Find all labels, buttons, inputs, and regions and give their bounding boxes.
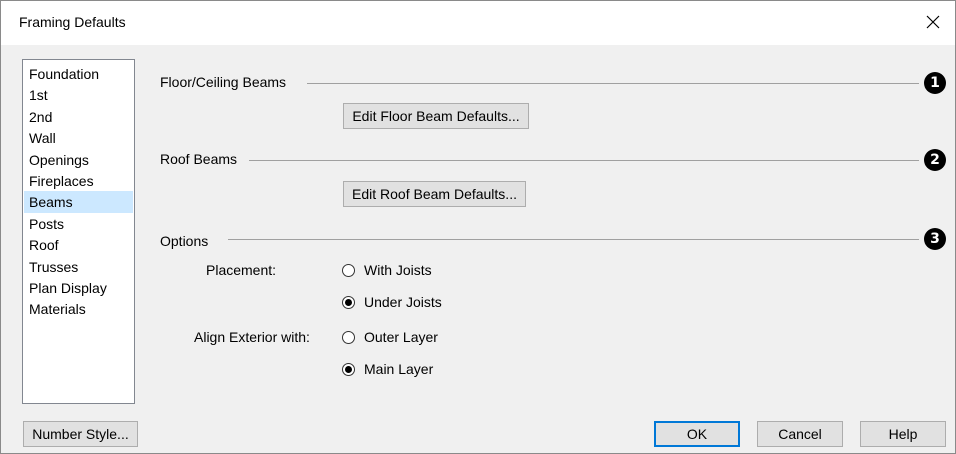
outer-layer-radio[interactable]: Outer Layer	[342, 329, 482, 349]
radio-indicator[interactable]	[342, 331, 355, 344]
callout-3: 3	[924, 228, 946, 250]
callout-2: 2	[924, 149, 946, 171]
section-divider	[249, 160, 919, 161]
category-item-fireplaces[interactable]: Fireplaces	[24, 170, 133, 192]
radio-label: Under Joists	[364, 294, 442, 310]
category-item-materials[interactable]: Materials	[24, 298, 133, 320]
category-item-beams[interactable]: Beams	[24, 191, 133, 214]
help-button[interactable]: Help	[860, 421, 946, 447]
roof-beams-heading: Roof Beams	[160, 151, 238, 167]
placement-label: Placement:	[206, 262, 277, 278]
edit-roof-beam-defaults-button[interactable]: Edit Roof Beam Defaults...	[343, 181, 526, 207]
options-heading: Options	[160, 233, 209, 249]
cancel-button[interactable]: Cancel	[757, 421, 843, 447]
category-item-openings[interactable]: Openings	[24, 149, 133, 171]
section-divider	[228, 239, 919, 240]
framing-defaults-dialog: Framing Defaults Foundation 1st 2nd Wall Ope…	[0, 0, 956, 454]
radio-label: With Joists	[364, 262, 432, 278]
category-item-1st[interactable]: 1st	[24, 84, 133, 106]
category-item-roof[interactable]: Roof	[24, 234, 133, 256]
ok-button[interactable]: OK	[654, 421, 740, 447]
category-item-wall[interactable]: Wall	[24, 127, 133, 149]
number-style-button[interactable]: Number Style...	[23, 421, 138, 447]
window-title: Framing Defaults	[19, 14, 126, 30]
category-item-trusses[interactable]: Trusses	[24, 256, 133, 278]
radio-indicator[interactable]	[342, 363, 355, 376]
close-icon[interactable]	[921, 10, 945, 34]
under-joists-radio[interactable]: Under Joists	[342, 294, 482, 314]
category-item-foundation[interactable]: Foundation	[24, 63, 133, 85]
category-item-posts[interactable]: Posts	[24, 213, 133, 235]
radio-label: Main Layer	[364, 361, 434, 377]
radio-indicator[interactable]	[342, 296, 355, 309]
edit-floor-beam-defaults-button[interactable]: Edit Floor Beam Defaults...	[343, 103, 529, 129]
category-item-plan-display[interactable]: Plan Display	[24, 277, 133, 299]
callout-1: 1	[924, 72, 946, 94]
with-joists-radio[interactable]: With Joists	[342, 262, 482, 282]
section-divider	[307, 83, 919, 84]
radio-indicator[interactable]	[342, 264, 355, 277]
category-item-2nd[interactable]: 2nd	[24, 106, 133, 128]
align-exterior-label: Align Exterior with:	[194, 329, 310, 345]
main-layer-radio[interactable]: Main Layer	[342, 361, 482, 381]
title-bar: Framing Defaults	[1, 1, 955, 45]
category-list: Foundation 1st 2nd Wall Openings Fireplaces Be…	[22, 59, 135, 404]
radio-label: Outer Layer	[364, 329, 438, 345]
floor-ceiling-beams-heading: Floor/Ceiling Beams	[160, 74, 287, 90]
